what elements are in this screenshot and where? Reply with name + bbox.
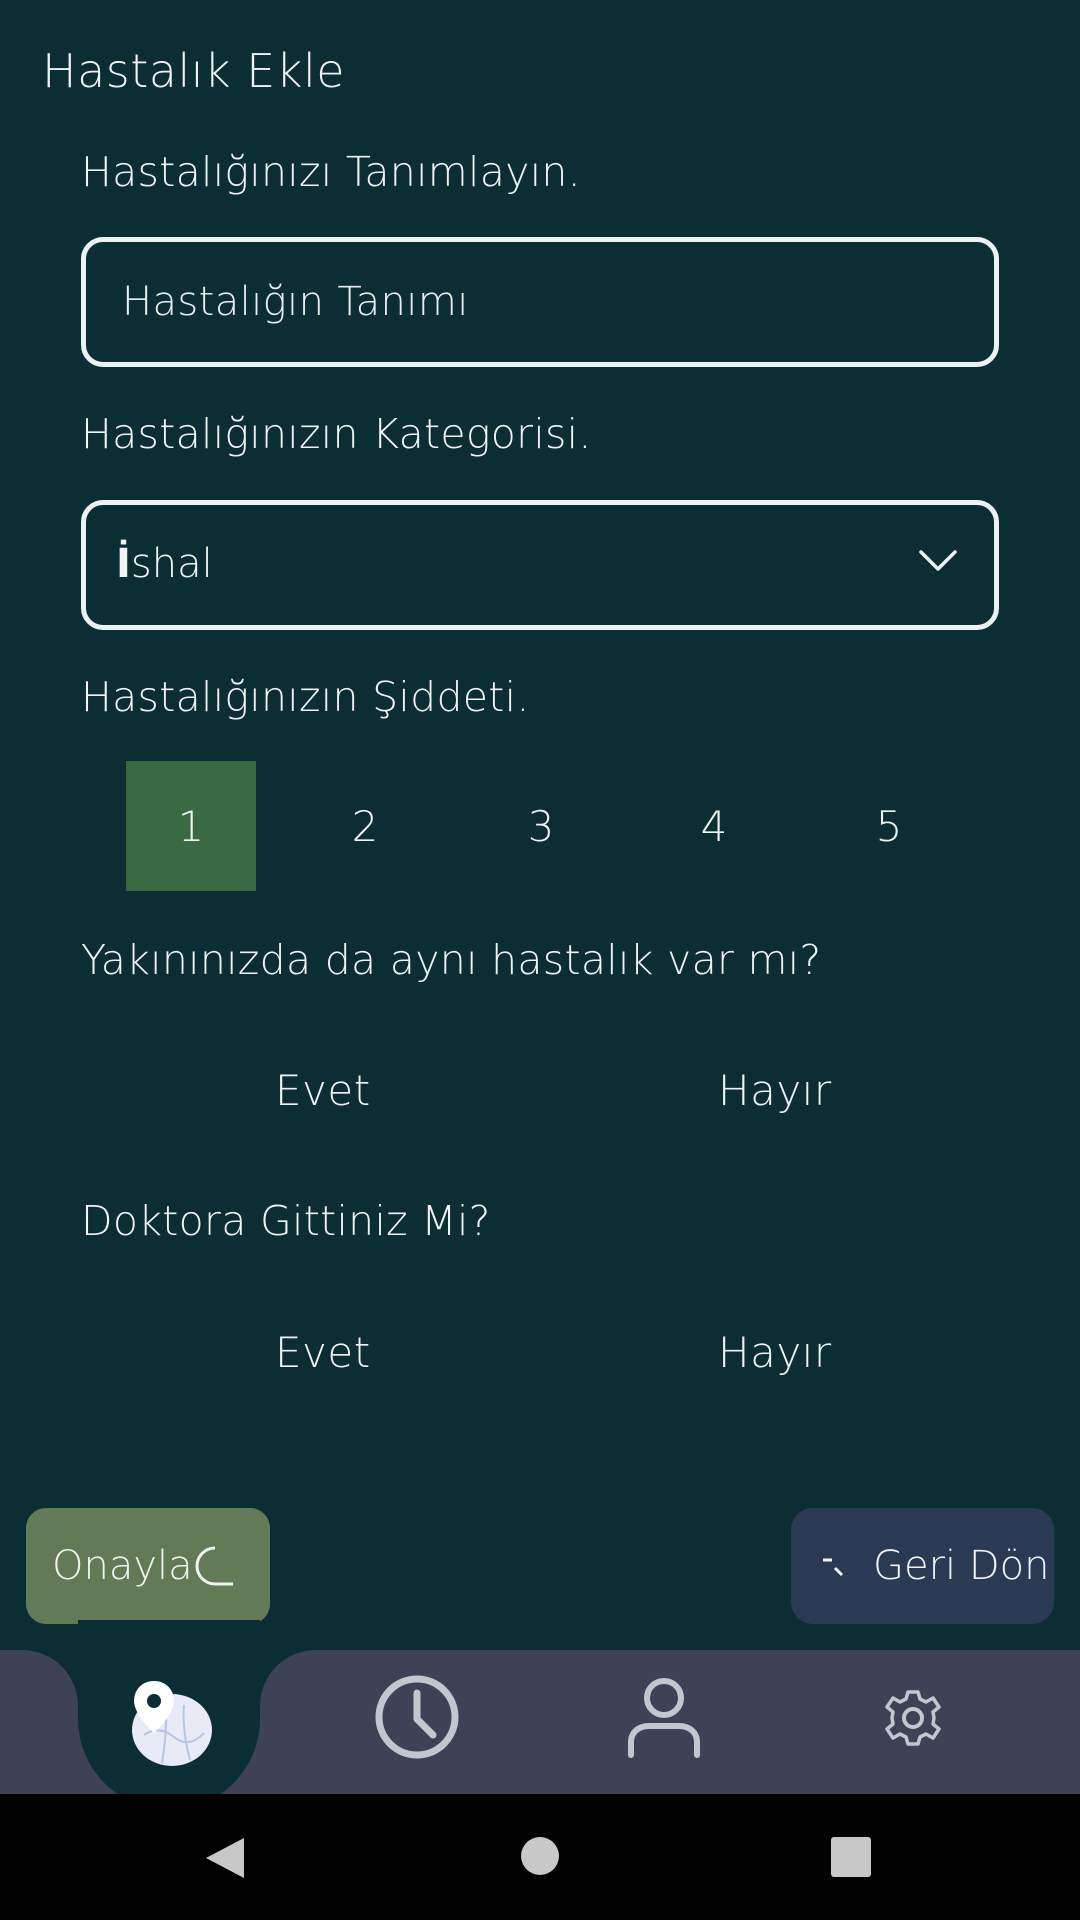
chevron-down-icon xyxy=(919,550,957,571)
severity-option-1[interactable]: 1 xyxy=(126,761,256,891)
doctor-yes-option[interactable]: Evet xyxy=(275,1328,371,1377)
category-selected-value: İshal xyxy=(116,541,213,587)
recents-icon[interactable] xyxy=(831,1837,871,1877)
user-icon[interactable] xyxy=(626,1676,702,1758)
category-select[interactable]: İshal xyxy=(81,500,999,630)
severity-option-4[interactable]: 4 xyxy=(649,761,779,891)
definition-field[interactable] xyxy=(81,237,999,367)
doctor-question: Doktora Gittiniz Mi? xyxy=(81,1197,491,1245)
category-label: Hastalığınızın Kategorisi. xyxy=(81,410,592,458)
nearby-question: Yakınınızda da aynı hastalık var mı? xyxy=(81,936,822,984)
severity-option-2[interactable]: 2 xyxy=(300,761,430,891)
back-button[interactable]: Geri Dön xyxy=(791,1508,1054,1624)
severity-label: Hastalığınızın Şiddeti. xyxy=(81,673,530,721)
back-arrow-icon xyxy=(823,1558,844,1577)
nav-curve-left xyxy=(0,1650,78,1710)
map-pin-icon[interactable] xyxy=(124,1675,214,1770)
doctor-no-option[interactable]: Hayır xyxy=(718,1328,832,1377)
loading-spinner-icon xyxy=(195,1546,233,1586)
clock-icon[interactable] xyxy=(373,1673,461,1761)
settings-icon[interactable] xyxy=(883,1688,943,1748)
confirm-label: Onayla xyxy=(52,1543,193,1589)
nearby-yes-option[interactable]: Evet xyxy=(275,1066,371,1115)
back-label: Geri Dön xyxy=(873,1543,1050,1589)
definition-label: Hastalığınızı Tanımlayın. xyxy=(81,148,582,196)
nearby-no-option[interactable]: Hayır xyxy=(718,1066,832,1115)
page-title: Hastalık Ekle xyxy=(42,44,346,98)
definition-input[interactable] xyxy=(86,242,994,362)
severity-option-3[interactable]: 3 xyxy=(476,761,606,891)
severity-option-5[interactable]: 5 xyxy=(824,761,954,891)
back-icon[interactable] xyxy=(204,1836,246,1880)
confirm-button[interactable]: Onayla xyxy=(26,1508,270,1624)
nav-curve-right xyxy=(260,1650,320,1710)
system-nav-bar xyxy=(0,1794,1080,1920)
home-icon[interactable] xyxy=(520,1836,560,1876)
